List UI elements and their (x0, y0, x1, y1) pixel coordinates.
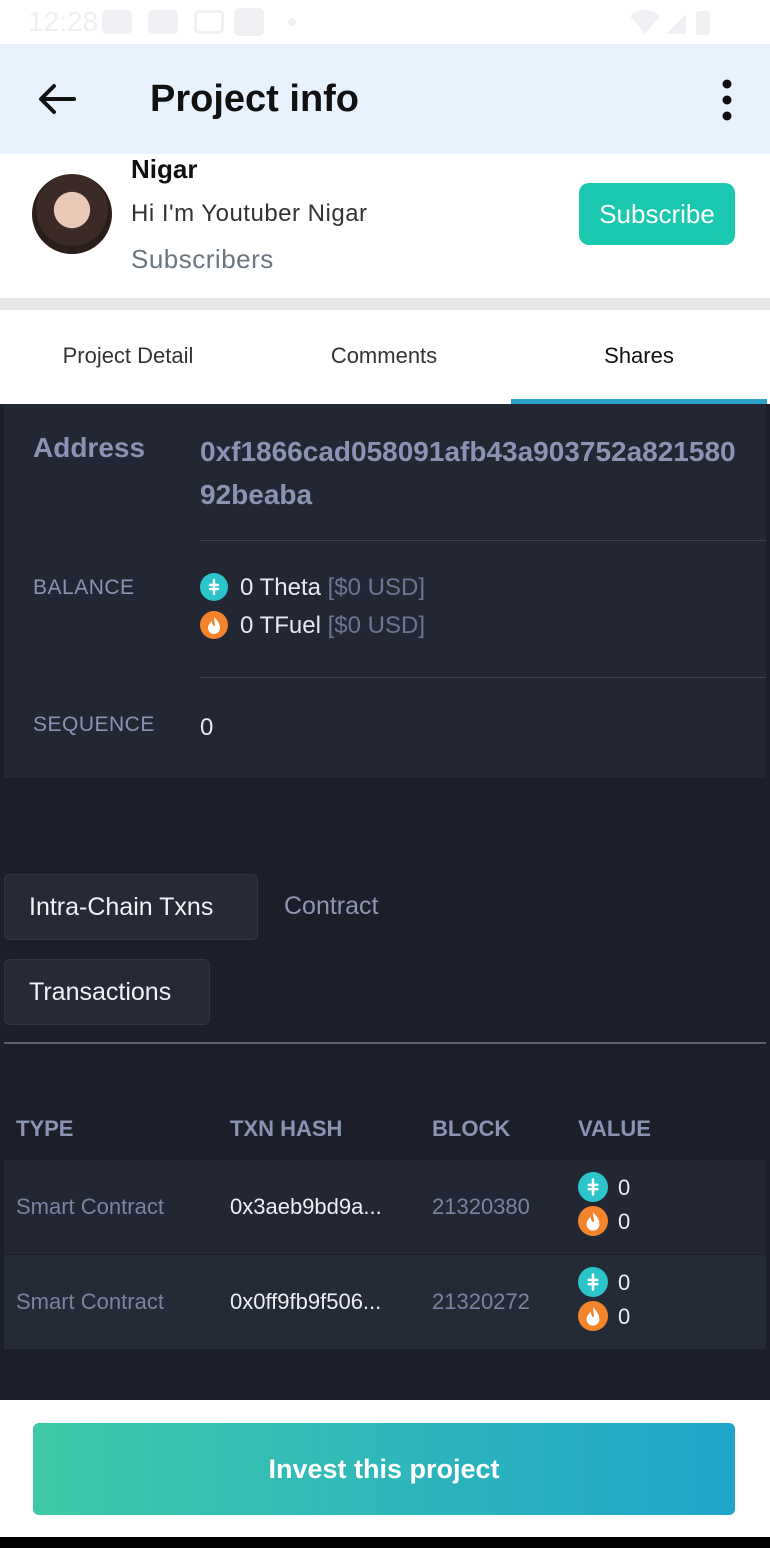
column-header-txn-hash: TXN HASH (230, 1116, 343, 1141)
creator-name: Nigar (131, 154, 198, 184)
tfuel-value: 0 (578, 1301, 631, 1333)
tab-contract[interactable]: Contract (260, 874, 402, 940)
bottom-bar: Invest this project (0, 1400, 770, 1537)
theta-value: 0 (578, 1172, 631, 1204)
tfuel-coin-icon (200, 610, 228, 639)
tfuel-balance: 0 TFuel [$0 USD] (200, 610, 425, 641)
gmail-notification-icon (194, 10, 224, 34)
subscribe-button[interactable]: Subscribe (579, 183, 735, 245)
section-divider (0, 298, 770, 310)
status-bar: 12:28 (0, 0, 770, 44)
txn-type: Smart Contract (16, 1194, 164, 1219)
theta-usd: [$0 USD] (327, 574, 425, 601)
block-link[interactable]: 21320380 (432, 1194, 530, 1220)
creator-header: Nigar Hi I'm Youtuber Nigar Subscribers … (0, 154, 770, 300)
page-title: Project info (150, 78, 360, 120)
txn-hash-link[interactable]: 0x3aeb9bd9a... (230, 1194, 382, 1220)
app-notification-icon (234, 8, 264, 36)
tfuel-value: 0 (578, 1206, 631, 1238)
address-label: Address (33, 432, 146, 463)
youtube-notification-icon (148, 10, 178, 34)
theta-value: 0 (578, 1267, 631, 1299)
column-header-type: TYPE (16, 1116, 74, 1141)
tab-shares[interactable]: Shares (511, 310, 767, 404)
theta-value-text: 0 (618, 1269, 631, 1295)
txn-hash-link[interactable]: 0x0ff9fb9f506... (230, 1289, 381, 1315)
tfuel-value-text: 0 (618, 1208, 631, 1234)
youtube-notification-icon (102, 10, 132, 34)
sequence-value: 0 (200, 714, 214, 741)
more-vert-icon[interactable] (720, 78, 734, 122)
wifi-signal-battery-icon (630, 10, 710, 35)
status-time: 12:28 (28, 6, 99, 37)
tab-comments[interactable]: Comments (256, 310, 512, 404)
theta-coin-icon (578, 1267, 608, 1297)
column-header-block: BLOCK (432, 1116, 511, 1141)
table-row[interactable]: Smart Contract 0x3aeb9bd9a... 21320380 0… (4, 1160, 766, 1254)
column-header-value: VALUE (578, 1116, 651, 1141)
account-card: Address 0xf1866cad058091afb43a903752a821… (4, 404, 766, 778)
notification-dot-icon (288, 18, 296, 26)
subscribers-label: Subscribers (131, 244, 274, 274)
app-screen: 12:28 Project info Nigar Hi I'm Youtuber… (0, 0, 770, 1548)
divider (200, 677, 766, 678)
block-link[interactable]: 21320272 (432, 1289, 530, 1315)
tfuel-amount: 0 TFuel (240, 612, 321, 639)
creator-bio: Hi I'm Youtuber Nigar (131, 200, 368, 227)
shares-panel: Address 0xf1866cad058091afb43a903752a821… (0, 404, 770, 1400)
divider (4, 1042, 766, 1044)
table-row[interactable]: Smart Contract 0x0ff9fb9f506... 21320272… (4, 1255, 766, 1349)
tfuel-coin-icon (578, 1206, 608, 1236)
back-arrow-icon[interactable] (36, 78, 78, 120)
avatar[interactable] (32, 174, 112, 254)
tfuel-coin-icon (578, 1301, 608, 1331)
system-nav-bar (0, 1537, 770, 1548)
balance-label: BALANCE (33, 576, 135, 599)
tab-intra-chain-txns[interactable]: Intra-Chain Txns (4, 874, 258, 940)
txn-type: Smart Contract (16, 1289, 164, 1314)
tab-project-detail[interactable]: Project Detail (0, 310, 256, 404)
sequence-label: SEQUENCE (33, 713, 155, 736)
tab-transactions[interactable]: Transactions (4, 959, 210, 1025)
address-value[interactable]: 0xf1866cad058091afb43a903752a82158092bea… (200, 430, 740, 516)
tfuel-value-text: 0 (618, 1303, 631, 1329)
invest-button[interactable]: Invest this project (33, 1423, 735, 1515)
theta-value-text: 0 (618, 1174, 631, 1200)
tfuel-usd: [$0 USD] (327, 612, 425, 639)
divider (200, 540, 766, 541)
theta-balance: 0 Theta [$0 USD] (200, 572, 425, 603)
project-tabs: Project Detail Comments Shares (0, 310, 770, 404)
app-bar: Project info (0, 44, 770, 154)
theta-coin-icon (578, 1172, 608, 1202)
theta-coin-icon (200, 572, 228, 601)
theta-amount: 0 Theta (240, 574, 321, 601)
